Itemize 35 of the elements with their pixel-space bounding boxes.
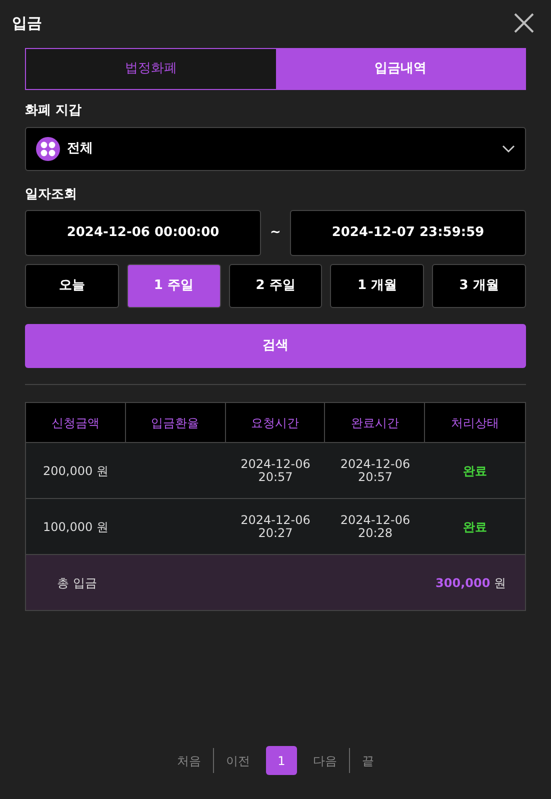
pagination-link[interactable]: 끝 bbox=[350, 752, 386, 770]
window-title: 입금 bbox=[12, 12, 42, 34]
page-button[interactable]: 1 bbox=[266, 746, 297, 775]
column-header: 처리상태 bbox=[450, 414, 500, 432]
period-button[interactable]: 1 개월 bbox=[330, 264, 424, 308]
table-cell: 2024-12-06 20:57 bbox=[340, 458, 410, 484]
field-label: 일자조회 bbox=[25, 186, 78, 204]
date-field[interactable]: 2024-12-06 00:00:00 bbox=[25, 210, 261, 256]
period-button[interactable]: 오늘 bbox=[25, 264, 119, 308]
status-label: 완료 bbox=[463, 518, 488, 536]
period-button[interactable]: 3 개월 bbox=[432, 264, 526, 308]
pagination-link[interactable]: 이전 bbox=[214, 752, 262, 770]
chevron-down-icon bbox=[502, 144, 515, 152]
field-label: 화폐 지갑 bbox=[25, 102, 83, 120]
status-label: 완료 bbox=[463, 462, 488, 480]
period-button[interactable]: 1 주일 bbox=[126, 264, 221, 308]
close-button[interactable] bbox=[513, 12, 535, 34]
pagination-link[interactable]: 처음 bbox=[165, 752, 213, 770]
tab[interactable]: 법정화폐 bbox=[26, 49, 276, 89]
table-cell: 2024-12-06 20:28 bbox=[340, 514, 410, 540]
pagination-link[interactable]: 다음 bbox=[301, 752, 349, 770]
coins-icon bbox=[36, 136, 60, 160]
table-cell-text: 200,000 원 bbox=[43, 462, 108, 480]
close-icon bbox=[513, 12, 535, 34]
date-field[interactable]: 2024-12-07 23:59:59 bbox=[290, 210, 526, 256]
total-label: 총 입금 bbox=[57, 574, 97, 592]
total-amount: 300,000 원 bbox=[436, 574, 506, 592]
table-cell: 2024-12-06 20:57 bbox=[240, 458, 310, 484]
search-button[interactable]: 검색 bbox=[25, 324, 526, 368]
table-cell: 2024-12-06 20:27 bbox=[240, 514, 310, 540]
wallet-dropdown[interactable]: 전체 bbox=[25, 126, 526, 170]
tab[interactable]: 입금내역 bbox=[276, 49, 525, 89]
range-separator: ~ bbox=[269, 224, 282, 242]
table-cell-text: 100,000 원 bbox=[43, 518, 108, 536]
period-button[interactable]: 2 주일 bbox=[228, 264, 322, 308]
